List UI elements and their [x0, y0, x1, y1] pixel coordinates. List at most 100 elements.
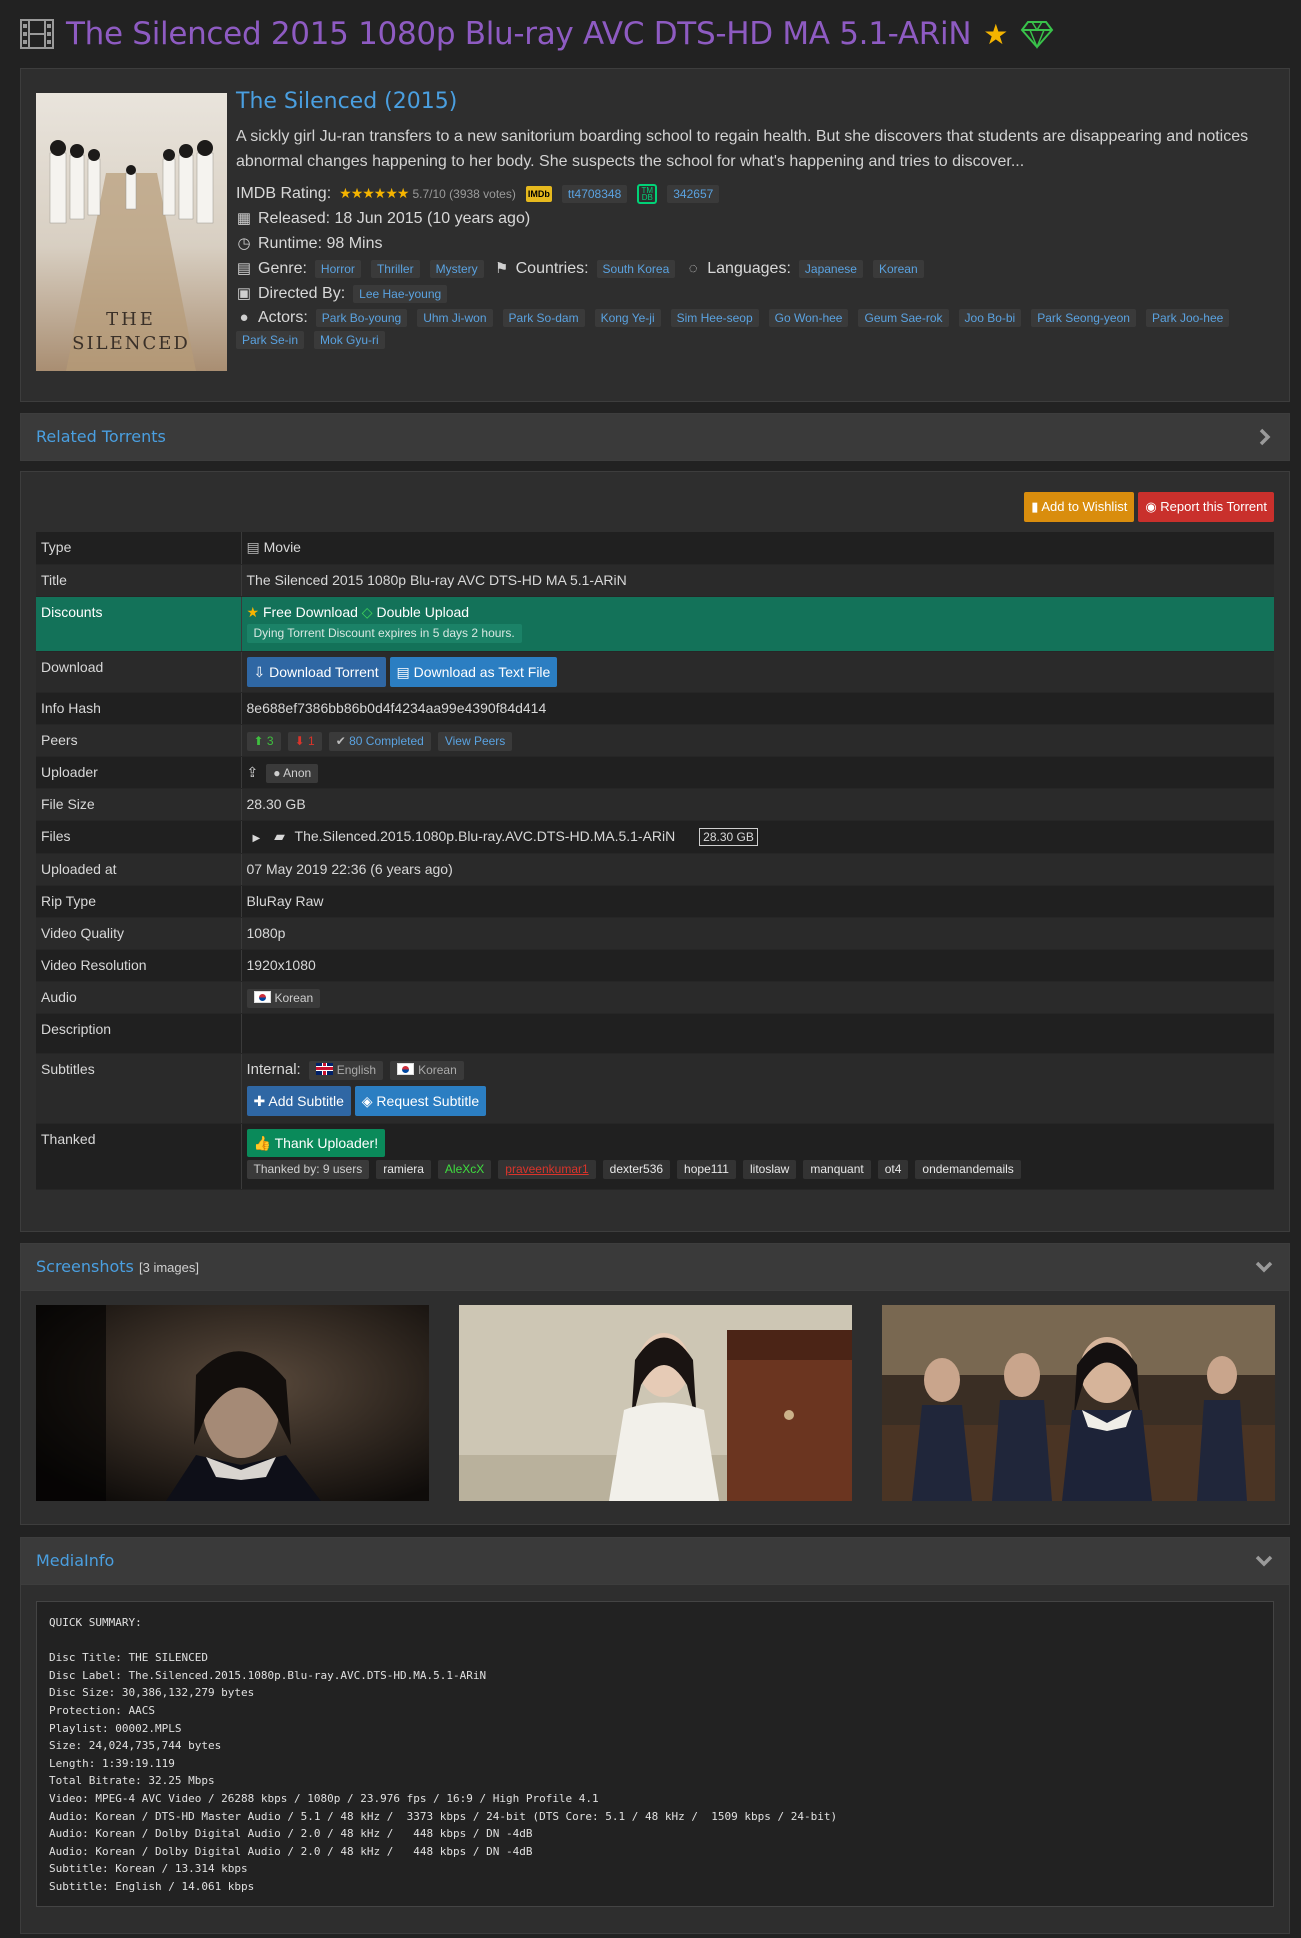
view-peers-link[interactable]: View Peers — [437, 731, 513, 751]
uploader-badge[interactable]: ● Anon — [266, 763, 319, 783]
rip-type-value: BluRay Raw — [241, 885, 1274, 918]
subtitle-badge-english[interactable]: English — [308, 1060, 384, 1080]
download-torrent-button[interactable]: ⇩ Download Torrent — [246, 656, 386, 687]
actor-chip[interactable]: Sim Hee-seop — [670, 309, 759, 327]
add-subtitle-button[interactable]: ✚ Add Subtitle — [246, 1085, 351, 1116]
thank-uploader-button[interactable]: 👍 Thank Uploader! — [246, 1128, 386, 1157]
screenshots-bar[interactable]: Screenshots [3 images] — [20, 1243, 1290, 1291]
seeders-badge[interactable]: ⬆ 3 — [246, 731, 281, 751]
download-torrent-label: Download Torrent — [269, 663, 379, 680]
files-key: Files — [36, 820, 242, 854]
audio-language: Korean — [274, 990, 314, 1005]
thank-user[interactable]: dexter536 — [602, 1159, 671, 1179]
thank-user[interactable]: litoslaw — [742, 1159, 797, 1179]
peers-value: ⬆ 3 ⬇ 1 ✔ 80 Completed View Peers — [241, 724, 1274, 757]
thank-user[interactable]: hope111 — [677, 1159, 736, 1179]
film-icon — [20, 19, 54, 49]
thank-user[interactable]: manquant — [803, 1159, 871, 1179]
add-to-wishlist-button[interactable]: ▮ Add to Wishlist — [1024, 492, 1135, 522]
leechers-badge[interactable]: ⬇ 1 — [287, 731, 322, 751]
screenshot-image[interactable] — [882, 1305, 1275, 1501]
tags-icon: ◈ — [361, 1092, 373, 1109]
details-table: Type ▤ Movie Title The Silenced 2015 108… — [36, 532, 1274, 1190]
imdb-id-link[interactable]: tt4708348 — [561, 184, 628, 203]
directed-label: Directed By: — [258, 284, 346, 302]
runtime-text: Runtime: 98 Mins — [258, 234, 383, 252]
thank-user[interactable]: ramiera — [376, 1159, 431, 1179]
mediainfo-panel: QUICK SUMMARY: Disc Title: THE SILENCED … — [20, 1584, 1290, 1934]
movie-meta-panel: THE SILENCED The Silenced (2015) A sickl… — [20, 68, 1290, 402]
screenshot-image[interactable] — [459, 1305, 852, 1501]
thank-user[interactable]: ondemandemails — [915, 1159, 1021, 1179]
actors-label: Actors: — [258, 309, 308, 326]
actor-chip[interactable]: Park Seong-yeon — [1031, 309, 1136, 327]
actor-chip[interactable]: Joo Bo-bi — [958, 309, 1022, 327]
chevron-right-icon[interactable] — [1255, 428, 1273, 446]
thank-user[interactable]: praveenkumar1 — [498, 1159, 596, 1179]
table-row: Rip Type BluRay Raw — [36, 885, 1274, 918]
movie-poster[interactable]: THE SILENCED — [36, 93, 227, 371]
director-chip[interactable]: Lee Hae-young — [353, 284, 448, 303]
audio-language-badge: Korean — [246, 988, 321, 1008]
table-row: Video Resolution 1920x1080 — [36, 949, 1274, 982]
double-upload-label: Double Upload — [376, 603, 470, 620]
genre-chip[interactable]: Horror — [314, 259, 361, 278]
thank-user[interactable]: ot4 — [877, 1159, 909, 1179]
related-torrents-title: Related Torrents — [36, 427, 166, 446]
actor-chip[interactable]: Uhm Ji-won — [417, 309, 493, 327]
torrent-actions: ▮ Add to Wishlist ◉ Report this Torrent — [1024, 492, 1274, 522]
actor-chip[interactable]: Park Se-in — [236, 331, 305, 349]
tmdb-id-link[interactable]: 342657 — [667, 184, 720, 203]
actor-chip[interactable]: Geum Sae-rok — [858, 309, 949, 327]
seeders-count: 3 — [266, 733, 274, 748]
actor-chip[interactable]: Kong Ye-ji — [594, 309, 661, 327]
genre-chip[interactable]: Thriller — [370, 259, 420, 278]
country-chip[interactable]: South Korea — [596, 259, 676, 278]
actor-chip[interactable]: Park Joo-hee — [1145, 309, 1230, 327]
video-resolution-value: 1920x1080 — [241, 949, 1274, 982]
type-text: Movie — [263, 539, 301, 555]
language-chip[interactable]: Japanese — [798, 259, 863, 278]
report-torrent-button[interactable]: ◉ Report this Torrent — [1138, 492, 1274, 522]
download-text-file-button[interactable]: ▤ Download as Text File — [389, 656, 558, 687]
subtitle-badge-korean[interactable]: Korean — [390, 1060, 464, 1080]
completed-badge[interactable]: ✔ 80 Completed — [328, 731, 431, 751]
files-value: ▶ ▰ The.Silenced.2015.1080p.Blu-ray.AVC.… — [241, 820, 1274, 854]
actor-chip[interactable]: Mok Gyu-ri — [314, 331, 385, 349]
mediainfo-box: QUICK SUMMARY: Disc Title: THE SILENCED … — [36, 1601, 1274, 1907]
actor-chip[interactable]: Go Won-hee — [768, 309, 849, 327]
torrent-details-panel: ▮ Add to Wishlist ◉ Report this Torrent … — [20, 471, 1290, 1232]
files-folder-name[interactable]: The.Silenced.2015.1080p.Blu-ray.AVC.DTS-… — [295, 828, 676, 844]
movie-title-link[interactable]: The Silenced (2015) — [236, 89, 1276, 114]
chevron-down-icon[interactable] — [1255, 1258, 1273, 1276]
screenshot-image[interactable] — [36, 1305, 429, 1501]
mediainfo-bar[interactable]: MediaInfo — [20, 1537, 1290, 1585]
language-chip[interactable]: Korean — [872, 259, 924, 278]
video-quality-key: Video Quality — [36, 917, 242, 950]
genre-chip[interactable]: Mystery — [429, 259, 484, 278]
table-row: Thanked 👍 Thank Uploader! Thanked by: 9 … — [36, 1123, 1274, 1190]
diamond-icon: ◇ — [361, 603, 373, 620]
uploaded-at-key: Uploaded at — [36, 853, 242, 886]
screenshots-title: Screenshots [3 images] — [36, 1257, 199, 1276]
thank-user[interactable]: AleXcX — [437, 1159, 492, 1179]
table-row: Description — [36, 1013, 1274, 1054]
runtime-row: ◷ Runtime: 98 Mins — [236, 232, 1276, 255]
video-quality-value: 1080p — [241, 917, 1274, 950]
caret-right-icon[interactable]: ▶ — [253, 833, 261, 844]
type-value: ▤ Movie — [241, 532, 1274, 565]
request-subtitle-button[interactable]: ◈ Request Subtitle — [354, 1085, 487, 1116]
chevron-down-icon[interactable] — [1255, 1552, 1273, 1570]
thanked-value: 👍 Thank Uploader! Thanked by: 9 users ram… — [241, 1123, 1274, 1190]
request-subtitle-label: Request Subtitle — [376, 1092, 480, 1109]
related-torrents-bar[interactable]: Related Torrents — [20, 413, 1290, 461]
table-row: Files ▶ ▰ The.Silenced.2015.1080p.Blu-ra… — [36, 820, 1274, 854]
rip-type-key: Rip Type — [36, 885, 242, 918]
countries-label: Countries: — [515, 259, 589, 277]
clock-icon: ◷ — [237, 234, 251, 252]
actor-chip[interactable]: Park So-dam — [502, 309, 585, 327]
actor-chip[interactable]: Park Bo-young — [315, 309, 408, 327]
flag-icon: ⚑ — [494, 259, 509, 277]
eye-icon: ◉ — [1145, 499, 1157, 514]
uploader-name: Anon — [283, 765, 312, 780]
